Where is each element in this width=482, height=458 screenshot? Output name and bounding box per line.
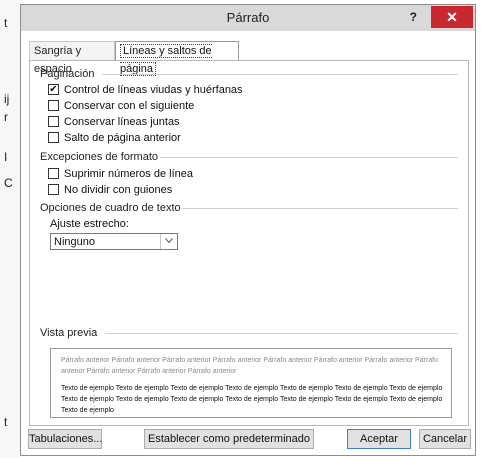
dropdown-arrow[interactable]: [160, 234, 177, 249]
checkbox-box[interactable]: [48, 132, 59, 143]
checkbox-label: Control de líneas viudas y huérfanas: [64, 84, 243, 96]
section-divider: [105, 333, 458, 334]
pagination-heading: Paginación: [40, 68, 95, 80]
checkbox-box[interactable]: [48, 168, 59, 179]
preview-heading: Vista previa: [40, 327, 98, 339]
tab-panel: Paginación ✔ Control de líneas viudas y …: [29, 60, 469, 426]
close-icon: ✕: [446, 9, 458, 25]
section-divider: [102, 74, 458, 75]
preview-sample-text: Texto de ejemplo Texto de ejemplo Texto …: [61, 385, 443, 414]
title-bar[interactable]: Párrafo ? ✕: [21, 5, 475, 31]
tabs-button[interactable]: Tabulaciones...: [28, 429, 102, 449]
preview-pane: Párrafo anterior Párrafo anterior Párraf…: [50, 348, 452, 418]
close-button[interactable]: ✕: [431, 6, 473, 28]
section-divider: [160, 157, 458, 158]
checkbox-box[interactable]: [48, 116, 59, 127]
help-icon[interactable]: ?: [410, 10, 417, 24]
paragraph-dialog: Párrafo ? ✕ Sangría y espacio Líneas y s…: [20, 4, 476, 456]
ok-button[interactable]: Aceptar: [347, 429, 411, 449]
checkbox-box[interactable]: [48, 100, 59, 111]
doc-fragment: t: [4, 415, 8, 429]
document-background: t ij r I C t: [0, 0, 22, 458]
doc-fragment: ij: [4, 92, 10, 106]
format-exceptions-heading: Excepciones de formato: [40, 151, 159, 163]
doc-fragment: t: [4, 16, 8, 30]
chevron-down-icon: [165, 238, 173, 244]
doc-fragment: I: [4, 150, 8, 164]
tab-line-page-breaks[interactable]: Líneas y saltos de página: [115, 41, 239, 76]
cancel-button[interactable]: Cancelar: [419, 429, 471, 449]
preview-previous-paragraph: Párrafo anterior Párrafo anterior Párraf…: [61, 357, 439, 375]
tight-wrap-label: Ajuste estrecho:: [50, 218, 129, 230]
checkbox-box[interactable]: [48, 184, 59, 195]
checkbox-label: No dividir con guiones: [64, 184, 173, 196]
checkbox-box[interactable]: ✔: [48, 84, 59, 95]
doc-fragment: C: [4, 176, 13, 190]
checkbox-label: Conservar líneas juntas: [64, 116, 180, 128]
textbox-options-heading: Opciones de cuadro de texto: [40, 202, 181, 214]
set-default-button[interactable]: Establecer como predeterminado: [144, 429, 314, 449]
dialog-title: Párrafo: [226, 10, 270, 25]
checkbox-label: Salto de página anterior: [64, 132, 181, 144]
select-value: Ninguno: [54, 236, 95, 248]
tight-wrap-select[interactable]: Ninguno: [50, 233, 178, 250]
tab-indents-spacing[interactable]: Sangría y espacio: [29, 41, 115, 75]
checkbox-label: Suprimir números de línea: [64, 168, 194, 180]
section-divider: [182, 208, 458, 209]
checkbox-label: Conservar con el siguiente: [64, 100, 195, 112]
doc-fragment: r: [4, 110, 8, 124]
